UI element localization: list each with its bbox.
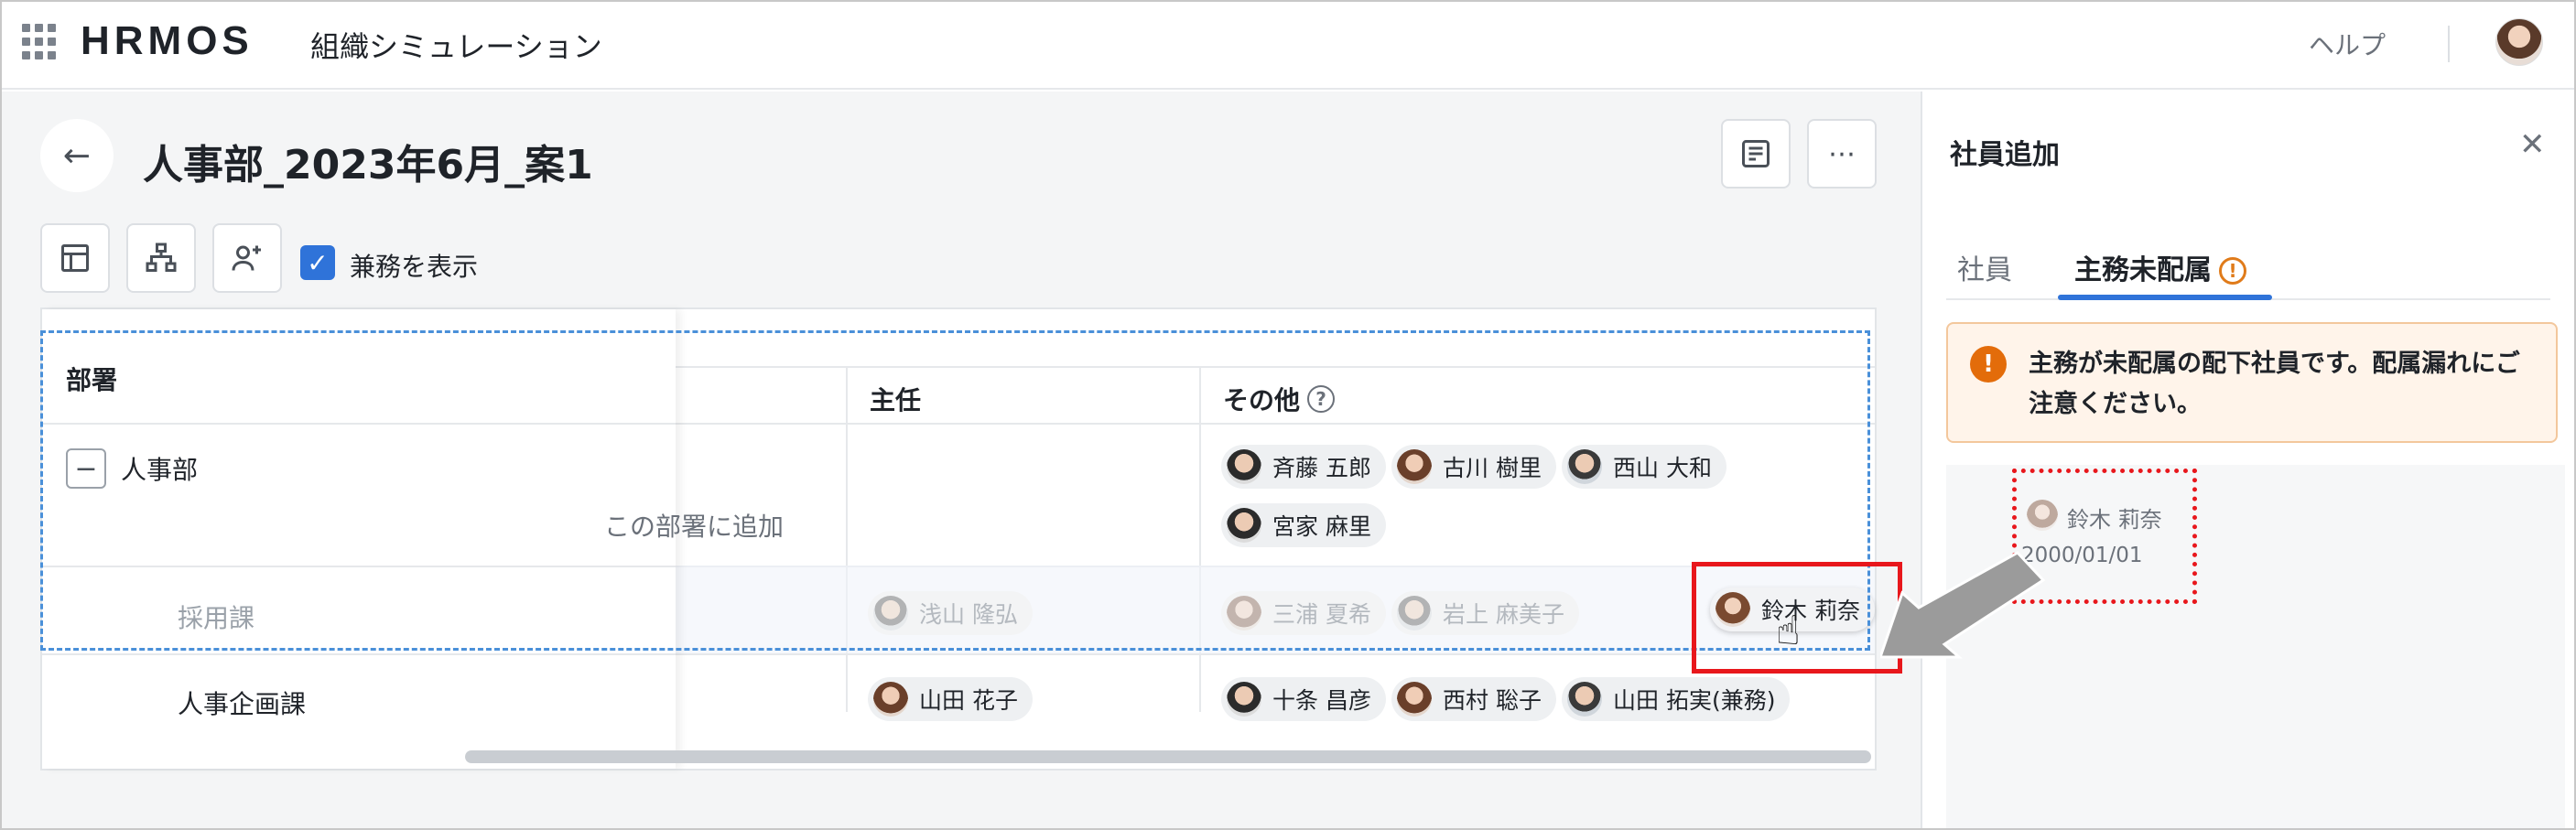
- employee-chip[interactable]: 山田 拓実(兼務): [1562, 677, 1791, 721]
- back-button[interactable]: ←: [40, 119, 114, 192]
- org-chart-icon: [146, 243, 177, 272]
- logo[interactable]: HRMOS: [81, 18, 254, 64]
- alert-text: 主務が未配属の配下社員です。配属漏れにご注意ください。: [2029, 350, 2520, 418]
- alert-icon: !: [1970, 346, 2007, 383]
- org-chart-button[interactable]: [126, 223, 196, 293]
- employee-chip[interactable]: 山田 花子: [868, 677, 1033, 721]
- employee-name: 山田 拓実(兼務): [1613, 687, 1776, 714]
- top-bar: HRMOS 組織シミュレーション ヘルプ: [2, 2, 2574, 90]
- app-grid-icon[interactable]: [22, 24, 59, 60]
- person-add-icon: [232, 245, 261, 271]
- tab-unassigned[interactable]: 主務未配属!: [2074, 247, 2246, 287]
- grab-cursor-icon: ☝: [1776, 608, 1801, 654]
- employee-name: 山田 花子: [919, 687, 1018, 714]
- user-avatar[interactable]: [2495, 18, 2543, 66]
- table-view-button[interactable]: [40, 223, 110, 293]
- employee-name: 十条 昌彦: [1272, 687, 1371, 714]
- avatar: [2027, 500, 2058, 531]
- row-line: [42, 653, 676, 655]
- memo-icon: [1742, 140, 1770, 167]
- check-icon: ✓: [307, 247, 329, 278]
- avatar: [1567, 682, 1602, 717]
- header-divider: [2448, 26, 2450, 62]
- help-link[interactable]: ヘルプ: [2309, 26, 2386, 62]
- drop-zone-outline: [40, 330, 1870, 651]
- app-window: HRMOS 組織シミュレーション ヘルプ ← 人事部_2023年6月_案1 ⋯ …: [0, 0, 2576, 830]
- active-tab-indicator: [2058, 295, 2272, 300]
- unassigned-alert: ! 主務が未配属の配下社員です。配属漏れにご注意ください。: [1946, 322, 2558, 443]
- add-employee-button[interactable]: [212, 223, 282, 293]
- tab-unassigned-label: 主務未配属: [2074, 254, 2212, 286]
- employee-card-name: 鈴木 莉奈: [2067, 507, 2162, 533]
- drag-arrow-icon: [1880, 551, 2046, 659]
- show-concurrent-label: 兼務を表示: [350, 252, 479, 282]
- arrow-left-icon: ←: [62, 136, 92, 175]
- add-employee-panel: 社員追加 ✕ 社員 主務未配属! ! 主務が未配属の配下社員です。配属漏れにご注…: [1921, 92, 2574, 828]
- employee-chip[interactable]: 西村 聡子: [1391, 677, 1556, 721]
- page-title: 人事部_2023年6月_案1: [143, 142, 593, 189]
- show-concurrent-checkbox[interactable]: ✓: [300, 245, 335, 280]
- memo-button[interactable]: [1721, 119, 1791, 189]
- close-icon[interactable]: ✕: [2519, 126, 2546, 163]
- table-icon: [61, 244, 89, 272]
- employee-name: 西村 聡子: [1443, 687, 1542, 714]
- dept-name[interactable]: 人事企画課: [178, 684, 306, 721]
- tab-employees[interactable]: 社員: [1957, 247, 2012, 287]
- horizontal-scrollbar[interactable]: [465, 750, 1871, 763]
- avatar: [1397, 682, 1432, 717]
- more-button[interactable]: ⋯: [1807, 119, 1877, 189]
- avatar: [1227, 682, 1261, 717]
- app-title: 組織シミュレーション: [310, 29, 602, 64]
- employee-chip[interactable]: 十条 昌彦: [1221, 677, 1386, 721]
- panel-title: 社員追加: [1950, 139, 2060, 171]
- warning-icon: !: [2219, 257, 2246, 285]
- avatar: [873, 682, 908, 717]
- more-icon: ⋯: [1828, 137, 1856, 170]
